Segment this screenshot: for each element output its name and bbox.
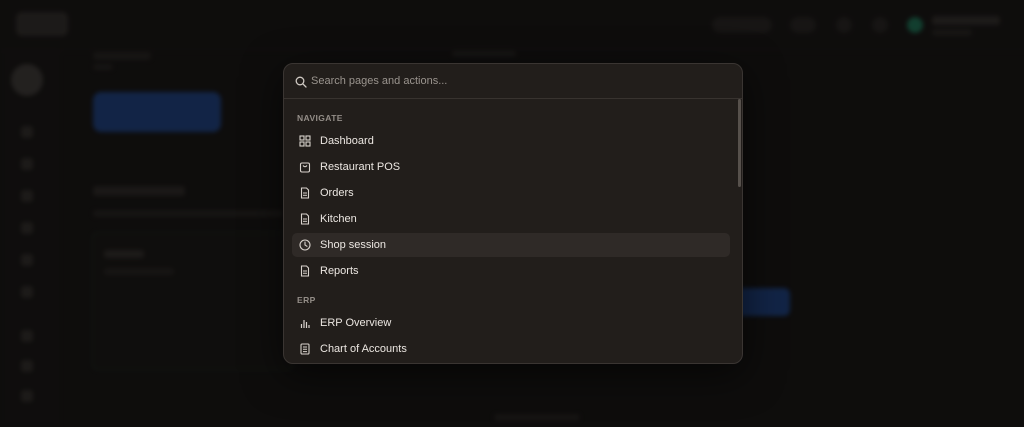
ledger-icon <box>298 343 311 356</box>
grid-icon <box>298 135 311 148</box>
scrollbar-thumb[interactable] <box>738 99 741 187</box>
menu-item-label: Chart of Accounts <box>320 343 407 355</box>
menu-item-label: Kitchen <box>320 213 357 225</box>
menu-item-label: Restaurant POS <box>320 161 401 173</box>
document-icon <box>298 265 311 278</box>
menu-item-label: Orders <box>320 187 354 199</box>
menu-item-label: Reports <box>320 265 359 277</box>
search-icon <box>295 75 307 88</box>
menu-item-label: Dashboard <box>320 135 374 147</box>
command-palette: NAVIGATE Dashboard Restaurant POS Orders… <box>283 63 743 364</box>
menu-item-chart-of-accounts[interactable]: Chart of Accounts <box>292 337 730 361</box>
shopping-bag-icon <box>298 161 311 174</box>
menu-item-restaurant-pos[interactable]: Restaurant POS <box>292 155 730 179</box>
search-input[interactable] <box>311 71 711 91</box>
section-label-navigate: NAVIGATE <box>297 113 343 123</box>
menu-item-label: Shop session <box>320 239 387 251</box>
menu-item-reports[interactable]: Reports <box>292 259 730 283</box>
menu-item-orders[interactable]: Orders <box>292 181 730 205</box>
menu-item-erp-overview[interactable]: ERP Overview <box>292 311 730 335</box>
search-row <box>284 64 742 99</box>
document-icon <box>298 213 311 226</box>
clock-icon <box>298 239 311 252</box>
menu-item-dashboard[interactable]: Dashboard <box>292 129 730 153</box>
bar-chart-icon <box>298 317 311 330</box>
menu-item-shop-session[interactable]: Shop session <box>292 233 730 257</box>
document-icon <box>298 187 311 200</box>
menu-item-kitchen[interactable]: Kitchen <box>292 207 730 231</box>
section-label-erp: ERP <box>297 295 316 305</box>
menu-item-label: ERP Overview <box>320 317 392 329</box>
